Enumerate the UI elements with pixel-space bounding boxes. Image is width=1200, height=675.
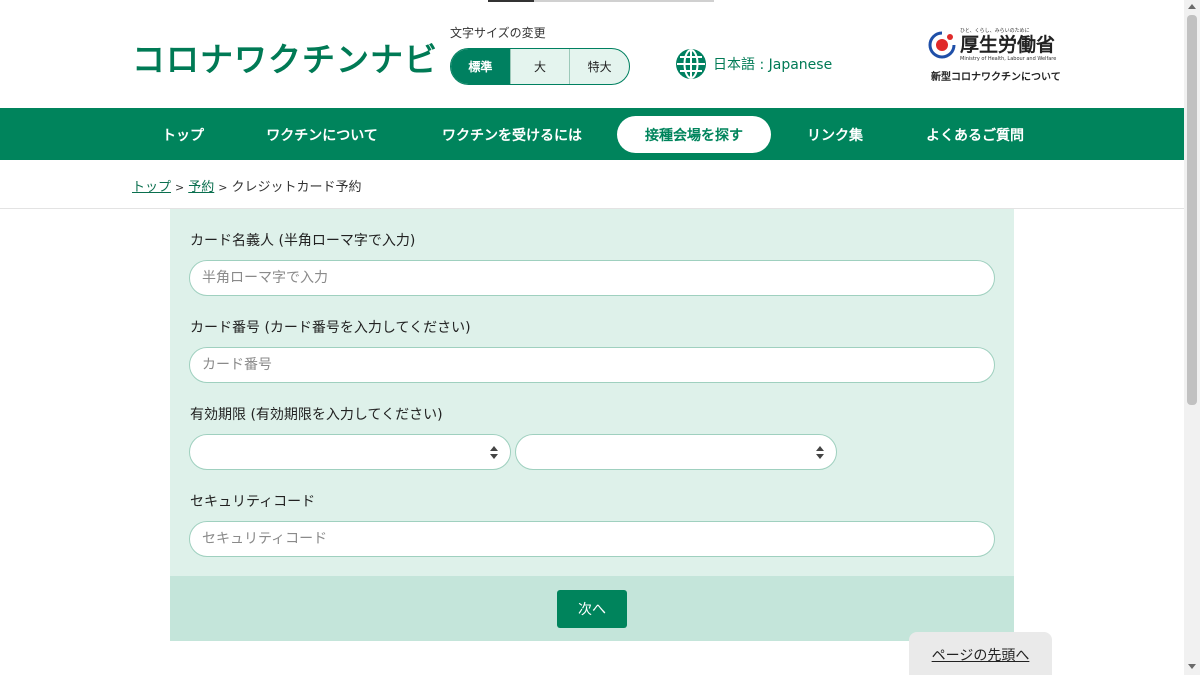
scrollbar-thumb[interactable] (1187, 15, 1197, 405)
expiry-month-select[interactable] (189, 434, 511, 470)
main-nav: トップ ワクチンについて ワクチンを受けるには 接種会場を探す リンク集 よくあ… (0, 108, 1184, 160)
scroll-up-arrow-icon[interactable] (1188, 4, 1196, 9)
mhlw-logo-icon (928, 31, 956, 59)
card-number-label: カード番号 (カード番号を入力してください) (190, 320, 471, 336)
site-logo[interactable]: コロナワクチンナビ (132, 33, 438, 81)
vertical-scrollbar[interactable] (1184, 0, 1200, 675)
ministry-name: 厚生労働省 (960, 34, 1056, 56)
breadcrumb-current: クレジットカード予約 (231, 180, 362, 195)
font-size-label: 文字サイズの変更 (450, 26, 546, 40)
card-number-input[interactable] (189, 347, 995, 383)
next-button[interactable]: 次へ (557, 590, 627, 628)
select-arrows-icon (490, 446, 498, 460)
security-code-input[interactable] (189, 521, 995, 557)
nav-item-find-venue[interactable]: 接種会場を探す (617, 116, 771, 153)
ministry-english-name: Ministry of Health, Labour and Welfare (960, 56, 1057, 62)
expiry-label: 有効期限 (有効期限を入力してください) (190, 407, 443, 423)
site-header: コロナワクチンナビ 文字サイズの変更 標準 大 特大 日本語 : Japanes… (0, 0, 1184, 108)
font-size-extra-large-button[interactable]: 特大 (569, 49, 629, 84)
breadcrumb-link-reservation[interactable]: 予約 (188, 180, 214, 195)
ministry-logo-link[interactable]: ひと、くらし、みらいのために 厚生労働省 Ministry of Health,… (928, 28, 1061, 84)
expiry-year-select[interactable] (515, 434, 837, 470)
nav-item-about-vaccine[interactable]: ワクチンについて (250, 116, 394, 153)
scroll-down-arrow-icon[interactable] (1188, 664, 1196, 669)
breadcrumb: トップ > 予約 > クレジットカード予約 (132, 176, 361, 195)
ministry-vaccine-link[interactable]: 新型コロナワクチンについて (931, 68, 1061, 83)
page: コロナワクチンナビ 文字サイズの変更 標準 大 特大 日本語 : Japanes… (0, 0, 1200, 675)
language-switcher[interactable]: 日本語 : Japanese (675, 48, 832, 80)
card-name-input[interactable] (189, 260, 995, 296)
font-size-standard-button[interactable]: 標準 (451, 49, 510, 84)
nav-item-top[interactable]: トップ (150, 116, 216, 153)
nav-item-how-to-get-vaccine[interactable]: ワクチンを受けるには (428, 116, 596, 153)
globe-icon (676, 49, 706, 79)
card-name-label: カード名義人 (半角ローマ字で入力) (190, 233, 416, 249)
select-arrows-icon (816, 446, 824, 460)
nav-item-faq[interactable]: よくあるご質問 (910, 116, 1040, 153)
breadcrumb-link-top[interactable]: トップ (132, 180, 171, 195)
nav-item-links[interactable]: リンク集 (794, 116, 876, 153)
breadcrumb-separator: > (218, 181, 228, 194)
language-label: 日本語 : Japanese (713, 57, 833, 73)
font-size-large-button[interactable]: 大 (509, 49, 570, 84)
font-size-switcher: 標準 大 特大 (450, 48, 630, 85)
page-top-button[interactable]: ページの先頭へ (909, 632, 1052, 675)
top-divider (488, 0, 714, 2)
security-code-label: セキュリティコード (190, 494, 316, 510)
breadcrumb-separator: > (175, 181, 185, 194)
